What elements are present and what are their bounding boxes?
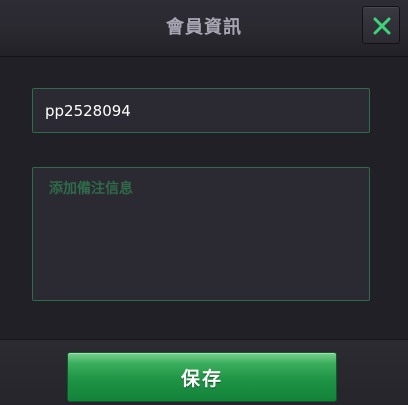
memo-textarea[interactable] [32,167,370,301]
dialog-body [0,57,408,339]
dialog-header: 會員資訊 [0,0,408,57]
close-button[interactable] [362,6,400,44]
save-button[interactable]: 保存 [67,352,337,402]
dialog-title: 會員資訊 [166,17,242,38]
member-id-input[interactable] [32,88,370,133]
member-info-dialog: 會員資訊 保存 [0,0,408,405]
close-icon [373,17,391,35]
dialog-footer: 保存 [0,339,408,405]
